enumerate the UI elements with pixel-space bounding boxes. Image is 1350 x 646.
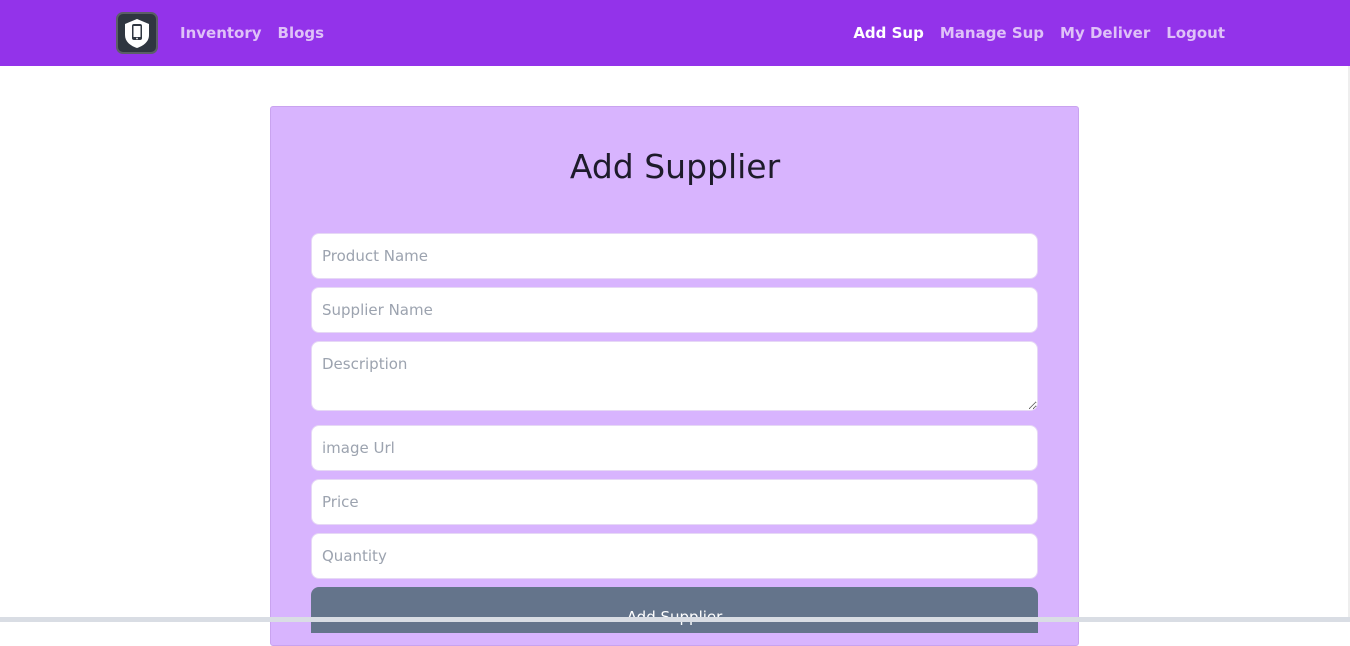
phone-shield-icon — [125, 19, 149, 48]
nav-link-manage-sup[interactable]: Manage Sup — [940, 24, 1044, 42]
nav-link-my-deliver[interactable]: My Deliver — [1060, 24, 1150, 42]
page-title: Add Supplier — [569, 147, 781, 186]
description-textarea[interactable] — [311, 341, 1038, 411]
nav-link-add-sup[interactable]: Add Sup — [853, 24, 924, 42]
price-input[interactable] — [311, 479, 1038, 525]
nav-link-inventory[interactable]: Inventory — [180, 24, 262, 42]
top-navbar: Inventory Blogs Add Sup Manage Sup My De… — [0, 0, 1350, 66]
nav-link-blogs[interactable]: Blogs — [278, 24, 325, 42]
product-name-input[interactable] — [311, 233, 1038, 279]
brand-logo[interactable] — [116, 12, 158, 54]
add-supplier-button[interactable]: Add Supplier — [311, 587, 1038, 633]
image-url-input[interactable] — [311, 425, 1038, 471]
bottom-scroll-strip — [0, 617, 1350, 622]
quantity-input[interactable] — [311, 533, 1038, 579]
nav-right-group: Add Sup Manage Sup My Deliver Logout — [853, 0, 1225, 66]
supplier-name-input[interactable] — [311, 287, 1038, 333]
nav-link-logout[interactable]: Logout — [1166, 24, 1225, 42]
nav-left-group: Inventory Blogs — [180, 0, 340, 66]
